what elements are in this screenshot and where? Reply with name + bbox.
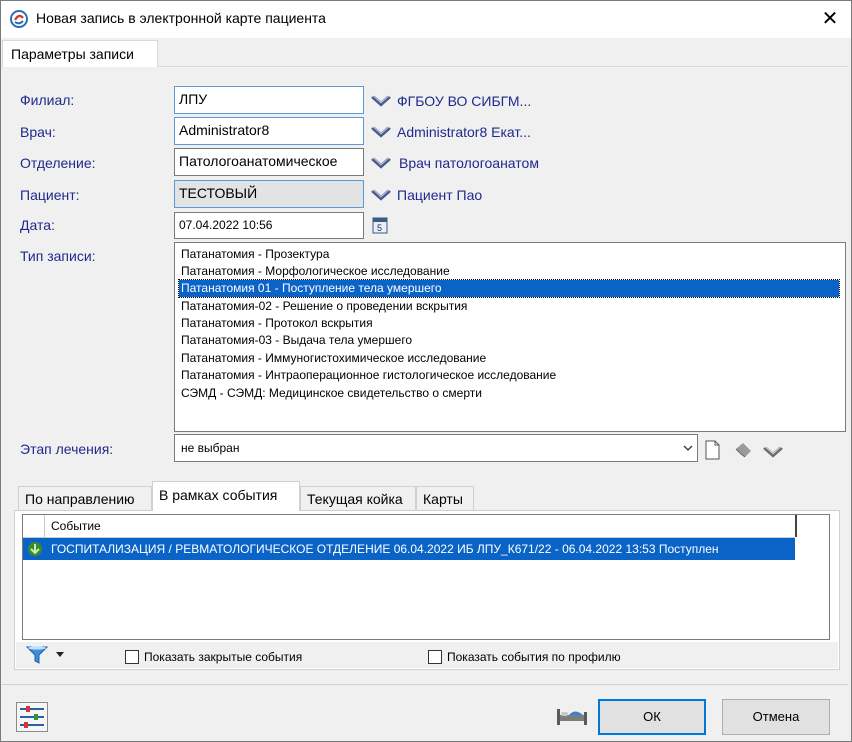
caret-down-icon[interactable] — [55, 651, 65, 659]
record-type-list[interactable]: Патанатомия - Прозектура Патанатомия - М… — [174, 242, 846, 432]
column-header-event[interactable]: Событие — [51, 519, 101, 533]
new-document-icon[interactable] — [704, 440, 720, 460]
patient-field[interactable]: ТЕСТОВЫЙ — [174, 180, 364, 208]
tab-within-event[interactable]: В рамках события — [152, 481, 300, 511]
show-closed-label: Показать закрытые события — [144, 650, 303, 664]
chevron-down-icon[interactable] — [370, 93, 392, 109]
divider — [2, 684, 848, 685]
calendar-icon[interactable]: 5 — [372, 216, 388, 234]
stage-select[interactable]: не выбран — [174, 434, 698, 462]
list-item[interactable]: Патанатомия-03 - Выдача тела умершего — [179, 332, 839, 349]
list-item[interactable]: Патанатомия - Морфологическое исследован… — [179, 263, 839, 280]
tab-record-params[interactable]: Параметры записи — [2, 40, 158, 67]
chevron-down-icon[interactable] — [370, 155, 392, 171]
settings-sliders-icon[interactable] — [16, 702, 48, 732]
tab-by-referral[interactable]: По направлению — [18, 486, 152, 510]
show-by-profile-label: Показать события по профилю — [447, 650, 621, 664]
hospital-bed-icon[interactable] — [555, 703, 589, 729]
list-item[interactable]: Патанатомия - Иммуногистохимическое иссл… — [179, 350, 839, 367]
events-grid[interactable]: Событие ГОСПИТАЛИЗАЦИЯ / РЕВМАТОЛОГИЧЕСК… — [22, 514, 830, 640]
branch-field[interactable]: ЛПУ — [174, 86, 364, 114]
list-item[interactable]: Патанатомия - Интраоперационное гистолог… — [179, 367, 839, 384]
list-item-selected[interactable]: Патанатомия 01 - Поступление тела умерше… — [178, 279, 840, 298]
grid-header: Событие — [23, 515, 797, 538]
list-item[interactable]: СЭМД - СЭМД: Медицинское свидетельство о… — [179, 385, 839, 402]
department-label: Отделение: — [20, 155, 96, 171]
list-item[interactable]: Патанатомия - Прозектура — [179, 246, 839, 263]
close-button[interactable]: ✕ — [812, 4, 848, 34]
chevron-down-icon[interactable] — [370, 124, 392, 140]
tab-current-bed[interactable]: Текущая койка — [300, 486, 416, 510]
branch-label: Филиал: — [20, 92, 75, 108]
event-cell: ГОСПИТАЛИЗАЦИЯ / РЕВМАТОЛОГИЧЕСКОЕ ОТДЕЛ… — [51, 542, 719, 556]
patient-link[interactable]: Пациент Пао — [397, 187, 482, 203]
svg-text:5: 5 — [377, 223, 382, 233]
ok-button[interactable]: ОК — [598, 699, 706, 735]
branch-link[interactable]: ФГБОУ ВО СИБГМ... — [397, 93, 531, 109]
show-closed-checkbox[interactable] — [125, 650, 139, 664]
column-separator[interactable] — [795, 515, 797, 537]
eraser-icon[interactable] — [732, 441, 754, 459]
doctor-label: Врач: — [20, 124, 56, 140]
department-link[interactable]: Врач патологоанатом — [399, 155, 539, 171]
table-row[interactable]: ГОСПИТАЛИЗАЦИЯ / РЕВМАТОЛОГИЧЕСКОЕ ОТДЕЛ… — [23, 538, 795, 560]
stage-value: не выбран — [181, 441, 240, 455]
department-field[interactable]: Патологоанатомическое — [174, 148, 364, 176]
app-logo-icon — [10, 10, 28, 28]
chevron-down-icon[interactable] — [762, 444, 784, 460]
chevron-down-icon[interactable] — [683, 443, 693, 453]
doctor-link[interactable]: Administrator8 Екат... — [397, 124, 531, 140]
cancel-button[interactable]: Отмена — [722, 699, 830, 735]
filter-bar — [16, 642, 838, 668]
chevron-down-icon[interactable] — [370, 187, 392, 203]
window-title: Новая запись в электронной карте пациент… — [36, 10, 326, 26]
list-item[interactable]: Патанатомия-02 - Решение о проведении вс… — [179, 298, 839, 315]
doctor-field[interactable]: Administrator8 — [174, 117, 364, 145]
list-item[interactable]: Патанатомия - Протокол вскрытия — [179, 315, 839, 332]
patient-label: Пациент: — [20, 187, 80, 203]
tab-cards[interactable]: Карты — [416, 486, 474, 510]
date-label: Дата: — [20, 217, 55, 233]
tab-label: Параметры записи — [11, 46, 134, 62]
event-arrow-icon — [28, 542, 42, 556]
record-type-label: Тип записи: — [20, 248, 96, 264]
grid-header-indicator — [23, 515, 45, 537]
filter-icon[interactable] — [26, 645, 48, 665]
stage-label: Этап лечения: — [20, 441, 114, 457]
show-by-profile-checkbox[interactable] — [428, 650, 442, 664]
date-field[interactable]: 07.04.2022 10:56 — [174, 212, 364, 239]
